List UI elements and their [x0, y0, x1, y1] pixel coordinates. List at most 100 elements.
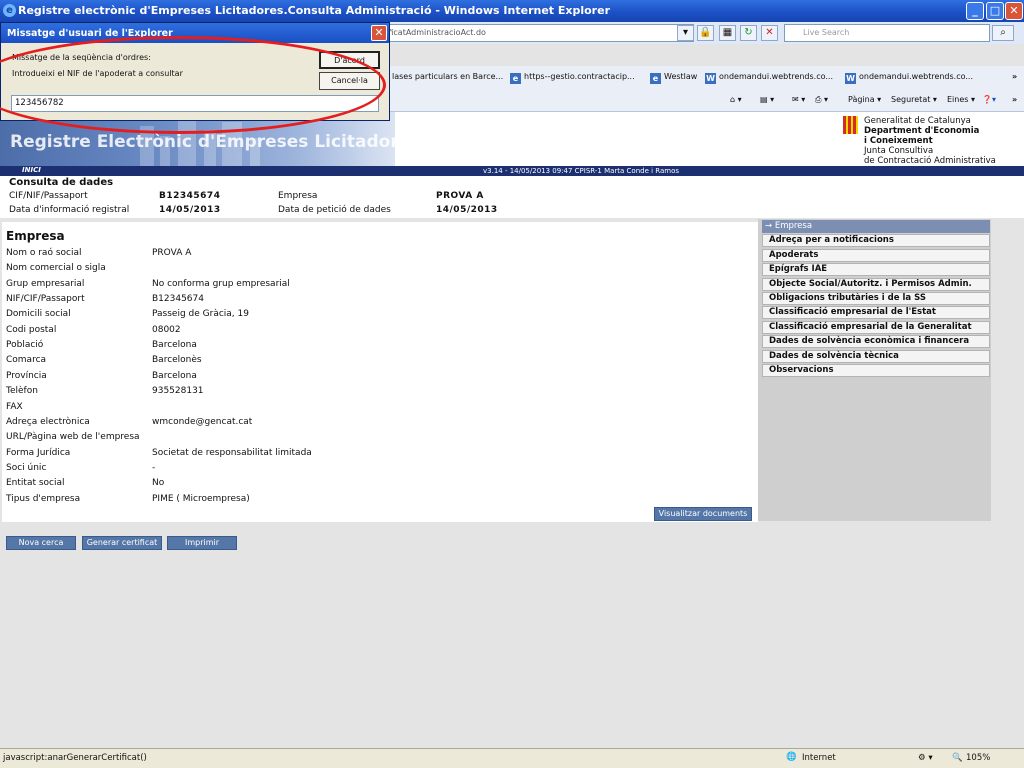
favorite-link-1[interactable]: lases particulars en Barce...: [392, 72, 503, 81]
live-search-input[interactable]: Live Search: [784, 24, 990, 42]
favorites-more[interactable]: »: [1012, 72, 1017, 81]
field-label: Comarca: [6, 355, 47, 366]
page-icon: e: [510, 73, 521, 84]
home-icon[interactable]: ⌂ ▾: [730, 95, 742, 104]
data-info-label: Data d'informació registral: [9, 205, 130, 215]
minimize-button[interactable]: _: [966, 2, 984, 20]
commands-more[interactable]: »: [1012, 95, 1017, 104]
cancel-button[interactable]: Cancel·la: [319, 72, 380, 90]
ie-logo-icon: e: [3, 4, 16, 17]
window-title-bar: e Registre electrònic d'Empreses Licitad…: [0, 0, 1024, 22]
address-input[interactable]: tificatAdministracioAct.do: [378, 24, 694, 42]
window-title: Registre electrònic d'Empreses Licitador…: [18, 4, 610, 17]
new-search-button[interactable]: Nova cerca: [6, 536, 76, 550]
w-site-icon: W: [705, 73, 716, 84]
favorite-link-2[interactable]: e https--gestio.contractacip...: [510, 72, 635, 84]
summary-title: Consulta de dades: [9, 177, 114, 188]
print-button[interactable]: Imprimir: [167, 536, 237, 550]
menu-item[interactable]: Adreça per a notificacions: [762, 234, 990, 248]
organization-name: Generalitat de Catalunya Department d'Ec…: [864, 116, 996, 166]
refresh-icon[interactable]: ↻: [740, 25, 757, 41]
menu-item[interactable]: Dades de solvència tècnica: [762, 349, 990, 363]
field-label: Nom comercial o sigla: [6, 263, 106, 274]
stop-icon[interactable]: ✕: [761, 25, 778, 41]
menu-item[interactable]: → Empresa: [762, 220, 990, 233]
maximize-button[interactable]: □: [986, 2, 1004, 20]
field-value: PIME ( Microempresa): [152, 493, 250, 504]
cif-label: CIF/NIF/Passaport: [9, 191, 88, 201]
compat-view-icon[interactable]: ▦: [719, 25, 736, 41]
site-title: Registre Electrònic d'Empreses Licitador…: [10, 132, 395, 152]
field-value: No conforma grup empresarial: [152, 278, 290, 289]
menu-item[interactable]: Dades de solvència econòmica i financera: [762, 335, 990, 349]
field-label: Població: [6, 340, 44, 351]
empresa-value: PROVA A: [436, 191, 484, 201]
ok-button[interactable]: D'acord: [319, 51, 380, 69]
field-value: B12345674: [152, 294, 204, 305]
view-documents-button[interactable]: Visualitzar documents: [654, 507, 752, 521]
zoom-level[interactable]: 105%: [966, 753, 990, 763]
field-value: 935528131: [152, 386, 204, 397]
field-value: 08002: [152, 324, 181, 335]
security-menu[interactable]: Seguretat ▾: [891, 95, 937, 104]
field-label: Codi postal: [6, 324, 57, 335]
dialog-close-icon[interactable]: ✕: [371, 25, 387, 41]
nav-home-link[interactable]: INICI: [22, 166, 41, 174]
menu-item[interactable]: Classificació empresarial de la Generali…: [762, 320, 990, 334]
empresa-label: Empresa: [278, 191, 318, 201]
field-value: No: [152, 478, 165, 489]
search-icon[interactable]: ⌕: [992, 25, 1014, 41]
field-label: Grup empresarial: [6, 278, 85, 289]
mail-icon[interactable]: ✉ ▾: [792, 95, 805, 104]
menu-item[interactable]: Observacions: [762, 364, 990, 377]
help-icon[interactable]: ❓▾: [982, 95, 996, 104]
field-value: -: [152, 462, 156, 473]
menu-item[interactable]: Epígrafs IAE: [762, 263, 990, 277]
nif-input[interactable]: 123456782: [11, 95, 379, 112]
prompt-dialog: Missatge d'usuari de l'Explorer ✕ Missat…: [0, 22, 390, 121]
field-value: Passeig de Gràcia, 19: [152, 309, 249, 320]
field-label: Soci únic: [6, 462, 47, 473]
zoom-icon[interactable]: 🔍: [952, 753, 963, 763]
dialog-title: Missatge d'usuari de l'Explorer: [1, 23, 389, 43]
page-menu[interactable]: Pàgina ▾: [848, 95, 881, 104]
field-value: Barcelonès: [152, 355, 202, 366]
cif-value: B12345674: [159, 191, 221, 201]
menu-item[interactable]: Apoderats: [762, 248, 990, 262]
tools-menu[interactable]: Eines ▾: [947, 95, 975, 104]
feeds-icon[interactable]: ▤ ▾: [760, 95, 774, 104]
w-site-icon: W: [845, 73, 856, 84]
favorite-link-3[interactable]: e Westlaw: [650, 72, 697, 84]
menu-item[interactable]: Classificació empresarial de l'Estat: [762, 306, 990, 320]
field-label: Província: [6, 370, 47, 381]
close-window-button[interactable]: ✕: [1005, 2, 1023, 20]
field-label: NIF/CIF/Passaport: [6, 294, 85, 305]
field-label: Nom o raó social: [6, 248, 82, 258]
field-label: Domicili social: [6, 309, 71, 320]
field-value: wmconde@gencat.cat: [152, 416, 253, 427]
lock-icon[interactable]: 🔒: [697, 25, 714, 41]
field-value: Barcelona: [152, 340, 197, 351]
address-dropdown-icon[interactable]: ▾: [677, 25, 694, 41]
protected-mode-icon[interactable]: ⚙ ▾: [918, 753, 933, 763]
page-icon: e: [650, 73, 661, 84]
field-label: Entitat social: [6, 478, 65, 489]
field-label: Adreça electrònica: [6, 416, 90, 427]
dialog-prompt-heading: Missatge de la seqüència d'ordres:: [12, 53, 151, 62]
menu-item[interactable]: Obligacions tributàries i de la SS: [762, 292, 990, 305]
version-info: v3.14 - 14/05/2013 09:47 CPISR-1 Marta C…: [483, 167, 680, 175]
favorite-link-4[interactable]: Wondemandui.webtrends.co...: [705, 72, 833, 84]
field-label: Forma Jurídica: [6, 447, 71, 458]
security-zone: Internet: [802, 753, 836, 763]
status-url: javascript:anarGenerarCertificat(): [3, 753, 147, 763]
field-label: URL/Pàgina web de l'empresa: [6, 432, 140, 443]
print-icon[interactable]: ⎙ ▾: [815, 95, 828, 105]
field-value: PROVA A: [152, 248, 192, 258]
section-menu: → Empresa Adreça per a notificacions Apode…: [758, 219, 991, 521]
menu-item[interactable]: Objecte Social/Autoritz. i Permisos Admi…: [762, 277, 990, 291]
generalitat-logo-icon: [843, 116, 858, 134]
generate-certificate-button[interactable]: Generar certificat: [82, 536, 162, 550]
data-peticio-value: 14/05/2013: [436, 205, 498, 215]
field-label: Tipus d'empresa: [6, 493, 81, 504]
favorite-link-5[interactable]: Wondemandui.webtrends.co...: [845, 72, 973, 84]
